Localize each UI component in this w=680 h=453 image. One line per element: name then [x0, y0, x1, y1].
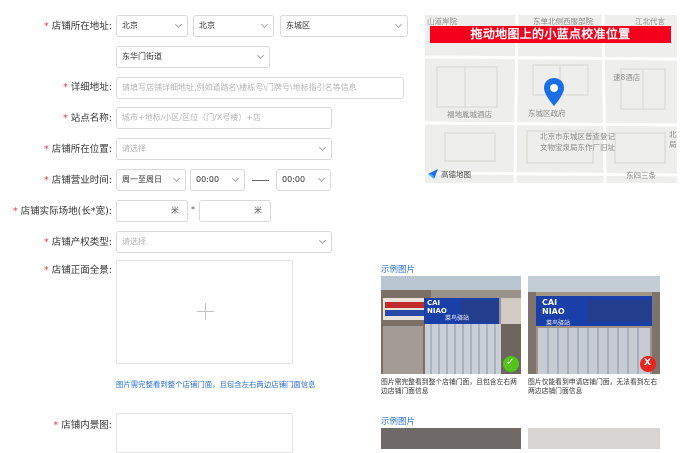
amap-brand-text: 高德地图 [441, 170, 471, 179]
area-label: * 店铺实际场地(长*宽): [12, 206, 112, 217]
end-time-select[interactable]: 00:00 [276, 169, 331, 191]
chevron-down-icon [256, 51, 265, 60]
days-select[interactable]: 周一至周日 [116, 169, 186, 191]
interior-photo-upload[interactable] [116, 413, 293, 453]
map-label: 文物宝泉局东作厂旧址 [540, 143, 615, 152]
sign-brand-top: CAI [542, 298, 558, 307]
address-label: * 店铺所在地址: [44, 21, 112, 32]
length-input[interactable]: 米 [116, 200, 188, 222]
meter-unit: 米 [171, 206, 179, 215]
map-label: 局 [669, 140, 677, 149]
required-mark: * [44, 265, 49, 276]
required-mark: * [44, 175, 49, 186]
required-mark: * [63, 82, 68, 93]
detail-address-label: * 详细地址: [63, 82, 112, 93]
check-icon: ✓ [506, 357, 515, 368]
width-input[interactable]: 米 [199, 200, 271, 222]
sign-brand-top: CAI [427, 299, 441, 307]
site-name-label: * 站点名称: [63, 113, 112, 124]
sign-name: 菜鸟驿站 [445, 315, 470, 322]
chevron-down-icon [394, 20, 403, 29]
chevron-down-icon [231, 174, 240, 183]
map-label: 东四三条 [626, 171, 656, 180]
chevron-down-icon [174, 20, 183, 29]
district-select[interactable]: 东城区 [280, 15, 408, 37]
city-select[interactable]: 北京 [193, 15, 274, 37]
map-label: 速8酒店 [613, 73, 641, 82]
required-mark: * [53, 420, 59, 431]
detail-address-input[interactable]: 请填写店铺详细地址,例如道路名\楼栋号\门牌号\地标指引名等信息 [116, 77, 404, 99]
required-mark: * [12, 206, 18, 217]
chevron-down-icon [318, 236, 327, 245]
province-select[interactable]: 北京 [116, 15, 188, 37]
map-label: 北京市东城区普查登记 [540, 132, 615, 141]
interior-example-photo [381, 428, 521, 449]
required-mark: * [44, 21, 49, 32]
sign-brand-bottom: NIAO [542, 307, 565, 316]
property-type-placeholder: 请选择 [122, 237, 146, 246]
street-select[interactable]: 东华门街道 [116, 46, 270, 68]
required-mark: * [44, 237, 49, 248]
bad-example-photo: CAI NIAO 菜鸟驿站 X [528, 276, 660, 374]
front-photo-tip: 图片需完整看到整个店铺门面，且包含左右两边店铺门面信息 [116, 380, 316, 389]
detail-address-placeholder: 请填写店铺详细地址,例如道路名\楼栋号\门牌号\地标指引名等信息 [122, 83, 357, 92]
example-title: 示例图片 [381, 265, 416, 275]
interior-example-title: 示例图片 [381, 417, 416, 427]
property-type-label: * 店铺产权类型: [44, 237, 112, 248]
bad-example-caption: 图片仅能看到申请店铺门面，无法看到左右两边店铺门面信息 [528, 378, 658, 395]
location-placeholder: 请选择 [122, 144, 146, 153]
required-mark: * [44, 144, 49, 155]
good-example-caption: 图片需完整看到整个店铺门面，且包含左右两边店铺门面信息 [381, 378, 517, 395]
good-example-photo: CAI NIAO 菜鸟驿站 ✓ [381, 276, 521, 374]
front-photo-label: * 店铺正面全景: [44, 265, 112, 276]
location-pin-icon[interactable] [543, 77, 565, 107]
map-label: 东城区政府 [528, 109, 566, 118]
location-map[interactable]: 山道岸院 东单北侧西服部院 江北代言 拖动地图上的小蓝点校准位置 速8酒店 福地… [425, 15, 677, 183]
area-separator: * [191, 205, 195, 214]
chevron-down-icon [317, 174, 326, 183]
interior-example-photo-2 [528, 428, 660, 449]
map-label: 福地胤城酒店 [447, 110, 492, 119]
interior-photo-label: * 店铺内景图: [53, 420, 112, 431]
chevron-down-icon [260, 20, 269, 29]
cross-icon: X [644, 358, 651, 368]
sign-brand-bottom: NIAO [427, 307, 447, 315]
time-range-dash [252, 180, 269, 181]
sign-name: 菜鸟驿站 [546, 320, 571, 327]
site-name-input[interactable]: 城市+地标/小区/区位（门/X号楼）+店 [116, 107, 332, 129]
location-select[interactable]: 请选择 [116, 138, 332, 160]
amap-logo-icon [428, 169, 438, 179]
chevron-down-icon [318, 143, 327, 152]
site-name-placeholder: 城市+地标/小区/区位（门/X号楼）+店 [122, 113, 261, 122]
location-label: * 店铺所在位置: [44, 144, 112, 155]
map-instruction-banner: 拖动地图上的小蓝点校准位置 [430, 26, 671, 43]
chevron-down-icon [172, 174, 181, 183]
business-hours-label: * 店铺营业时间: [44, 175, 112, 186]
required-mark: * [63, 113, 68, 124]
front-photo-upload[interactable] [116, 260, 293, 364]
meter-unit: 米 [254, 206, 262, 215]
property-type-select[interactable]: 请选择 [116, 231, 332, 253]
start-time-select[interactable]: 00:00 [190, 169, 245, 191]
